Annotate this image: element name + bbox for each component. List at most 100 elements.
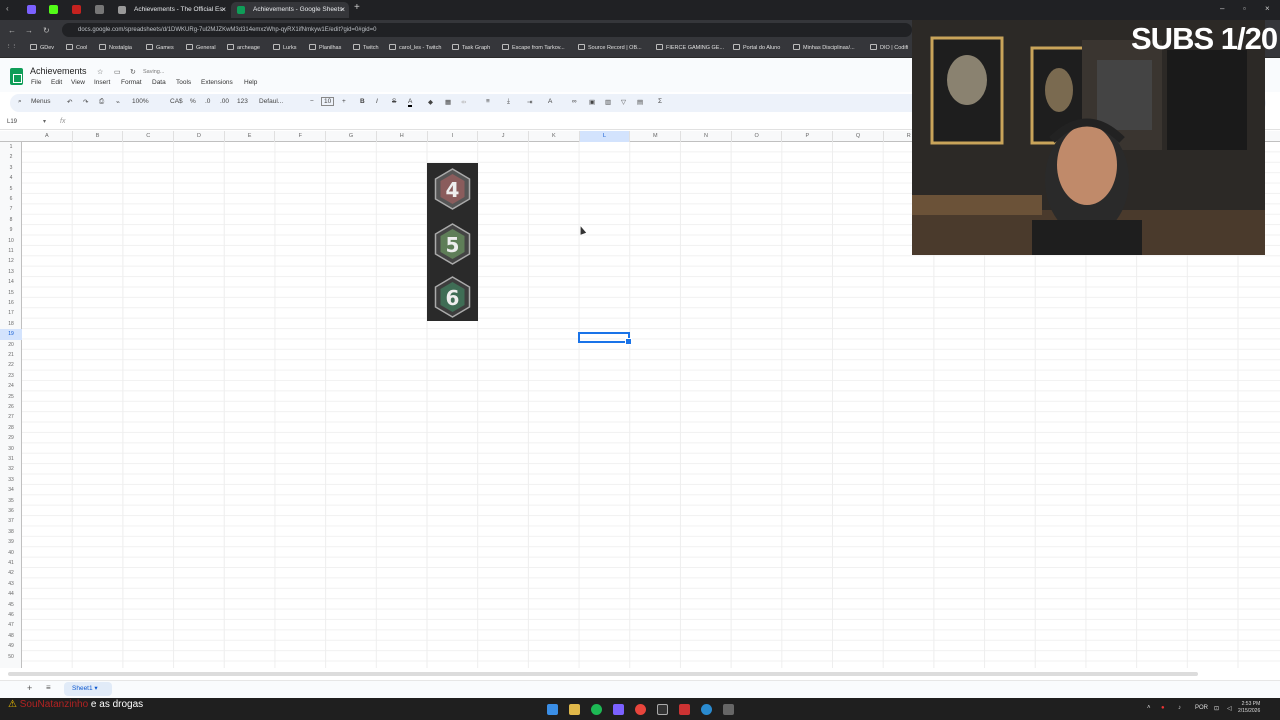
decrease-font-size-icon[interactable]: − [310,98,314,105]
row-header[interactable]: 6 [0,194,22,204]
redo-icon[interactable]: ↷ [83,98,88,106]
row-header[interactable]: 25 [0,392,22,402]
row-header[interactable]: 13 [0,267,22,277]
merge-cells-icon[interactable]: ⇹ [461,98,466,106]
vertical-align-icon[interactable]: ⤓ [507,98,510,106]
row-header[interactable]: 46 [0,610,22,620]
sheet-tab[interactable]: Sheet1 ▾ [64,682,112,696]
column-header-b[interactable]: B [73,131,124,142]
menu-extensions[interactable]: Extensions [201,79,233,86]
bookmark-item[interactable]: Twitch [353,44,379,51]
obs-icon[interactable] [657,704,668,715]
menu-format[interactable]: Format [121,79,142,86]
bookmark-item[interactable]: Portal do Aluno [733,44,780,51]
column-header-d[interactable]: D [174,131,225,142]
spotify-icon[interactable] [591,704,602,715]
menu-help[interactable]: Help [244,79,257,86]
pinned-tab-kick-icon[interactable] [49,5,58,14]
italic-icon[interactable]: I [376,98,378,105]
chrome-icon[interactable] [635,704,646,715]
column-header-i[interactable]: I [428,131,479,142]
language-indicator[interactable]: POR [1195,705,1208,711]
column-header-k[interactable]: K [529,131,580,142]
pinned-tab-gmail-icon[interactable] [72,5,81,14]
row-header[interactable]: 15 [0,288,22,298]
row-header[interactable]: 26 [0,402,22,412]
text-color-icon[interactable]: A [408,98,413,107]
print-icon[interactable]: ⎙ [99,98,104,106]
edge-icon[interactable] [701,704,712,715]
paint-format-icon[interactable]: ⌁ [116,98,120,106]
app-icon[interactable] [723,704,734,715]
insert-comment-icon[interactable]: ▣ [589,98,595,106]
bookmark-item[interactable]: Lurks [273,44,296,51]
menu-data[interactable]: Data [152,79,166,86]
more-formats[interactable]: 123 [237,98,248,105]
row-header[interactable]: 18 [0,319,22,329]
menu-tools[interactable]: Tools [176,79,191,86]
insert-link-icon[interactable]: ∞ [572,98,577,105]
text-wrap-icon[interactable]: ⇥ [527,98,532,106]
inserted-image[interactable]: 4 5 6 [427,163,478,321]
row-header[interactable]: 30 [0,444,22,454]
borders-icon[interactable]: ▦ [445,98,451,106]
column-header-f[interactable]: F [276,131,327,142]
row-header[interactable]: 23 [0,371,22,381]
menu-file[interactable]: File [31,79,41,86]
row-header[interactable]: 41 [0,558,22,568]
column-header-c[interactable]: C [123,131,175,142]
decrease-decimal[interactable]: .0 [205,98,210,105]
row-header[interactable]: 36 [0,506,22,516]
fill-color-icon[interactable]: ◆ [428,98,433,106]
row-header[interactable]: 50 [0,652,22,662]
row-header[interactable]: 42 [0,568,22,578]
bold-icon[interactable]: B [360,98,365,105]
bookmark-item[interactable]: Cool [66,44,87,51]
font-size-input[interactable]: 10 [321,97,335,106]
column-header-a[interactable]: A [22,131,73,142]
filter-icon[interactable]: ▽ [621,98,626,106]
row-header[interactable]: 49 [0,641,22,651]
bookmark-item[interactable]: Nostalgia [99,44,132,51]
horizontal-scrollbar[interactable] [0,670,1280,678]
font-select[interactable]: Defaul... [259,98,283,105]
microphone-icon[interactable]: ♪ [1178,705,1181,711]
row-header[interactable]: 21 [0,350,22,360]
twitch-app-icon[interactable] [613,704,624,715]
selected-cell[interactable] [578,332,632,345]
bookmark-item[interactable]: carol_les - Twitch [389,44,441,51]
row-header[interactable]: 3 [0,163,22,173]
functions-icon[interactable]: Σ [658,98,662,105]
row-header[interactable]: 1 [0,142,22,152]
undo-icon[interactable]: ↶ [67,98,72,106]
insert-chart-icon[interactable]: ▥ [605,98,611,106]
volume-icon[interactable]: ◁ [1227,705,1232,712]
row-header[interactable]: 11 [0,246,22,256]
row-header[interactable]: 29 [0,433,22,443]
bookmark-item[interactable]: archeage [227,44,260,51]
sheets-logo-icon[interactable] [10,68,23,85]
bookmark-item[interactable]: DIO | Codifi [870,44,908,51]
menu-search[interactable]: Menus [31,98,51,105]
minimize-icon[interactable]: – [1220,4,1224,13]
column-header-p[interactable]: P [783,131,834,142]
row-header[interactable]: 9 [0,225,22,235]
row-header[interactable]: 37 [0,516,22,526]
row-header[interactable]: 31 [0,454,22,464]
row-header[interactable]: 32 [0,464,22,474]
text-rotation-icon[interactable]: A [548,98,552,105]
apps-icon[interactable]: ⋮⋮ [6,44,17,50]
column-header-n[interactable]: N [681,131,732,142]
currency-format[interactable]: CA$ [170,98,183,105]
bookmark-item[interactable]: GDev [30,44,54,51]
search-icon[interactable]: ⌕ [18,98,22,106]
bookmark-item[interactable]: Games [146,44,174,51]
column-header-q[interactable]: Q [833,131,884,142]
column-header-l[interactable]: L [579,131,631,142]
row-header[interactable]: 48 [0,631,22,641]
url-field[interactable]: docs.google.com/spreadsheets/d/1DWKURg-7… [62,23,912,37]
forward-icon[interactable]: → [25,26,33,35]
row-header[interactable]: 33 [0,475,22,485]
zoom-select[interactable]: 100% [132,98,149,105]
bookmark-item[interactable]: General [186,44,216,51]
